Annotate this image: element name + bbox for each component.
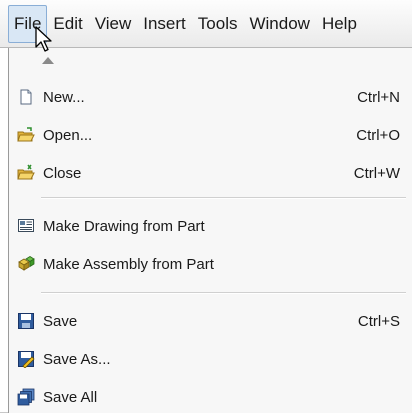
mouse-cursor-icon xyxy=(35,26,52,52)
menu-item-make-drawing[interactable]: Make Drawing from Part xyxy=(9,208,412,244)
file-menu-dropdown: New... Ctrl+N Open... Ctrl+O Close Ctrl+… xyxy=(8,48,412,413)
menu-separator xyxy=(41,292,406,294)
menu-help[interactable]: Help xyxy=(316,6,363,42)
menu-view[interactable]: View xyxy=(89,6,138,42)
shortcut-label: Ctrl+N xyxy=(357,88,400,106)
menu-item-save-all[interactable]: Save All xyxy=(9,379,412,415)
triangle-up-icon xyxy=(42,57,54,64)
menu-bar: File Edit View Insert Tools Window Help xyxy=(0,0,412,48)
menu-item-make-assembly[interactable]: Make Assembly from Part xyxy=(9,246,412,282)
shortcut-label: Ctrl+O xyxy=(356,126,400,144)
menu-item-label: Save As... xyxy=(43,350,111,368)
menu-item-save[interactable]: Save Ctrl+S xyxy=(9,303,412,339)
menu-item-close[interactable]: Close Ctrl+W xyxy=(9,155,412,191)
close-folder-icon xyxy=(17,164,35,180)
menu-window[interactable]: Window xyxy=(243,6,315,42)
menu-insert[interactable]: Insert xyxy=(137,6,192,42)
menu-item-save-as[interactable]: Save As... xyxy=(9,341,412,377)
open-folder-icon xyxy=(17,127,35,142)
new-document-icon xyxy=(20,89,32,105)
menu-item-label: Save xyxy=(43,312,78,330)
save-as-icon xyxy=(18,351,35,368)
save-all-icon xyxy=(17,388,35,406)
menu-item-label: Make Drawing from Part xyxy=(43,217,205,235)
menu-item-label: Make Assembly from Part xyxy=(43,255,214,273)
menu-item-new[interactable]: New... Ctrl+N xyxy=(9,79,412,115)
menu-item-label: New... xyxy=(43,88,85,106)
menu-item-label: Open... xyxy=(43,126,93,144)
menu-item-open[interactable]: Open... Ctrl+O xyxy=(9,117,412,153)
shortcut-label: Ctrl+S xyxy=(357,312,400,330)
menu-item-label: Close xyxy=(43,164,82,182)
save-icon xyxy=(18,313,34,329)
assembly-icon xyxy=(18,256,35,271)
scroll-up-arrow[interactable] xyxy=(9,48,412,70)
menu-separator xyxy=(41,197,406,199)
drawing-icon xyxy=(18,219,34,232)
menu-tools[interactable]: Tools xyxy=(192,6,244,42)
shortcut-label: Ctrl+W xyxy=(353,164,400,182)
menu-item-label: Save All xyxy=(43,388,98,406)
